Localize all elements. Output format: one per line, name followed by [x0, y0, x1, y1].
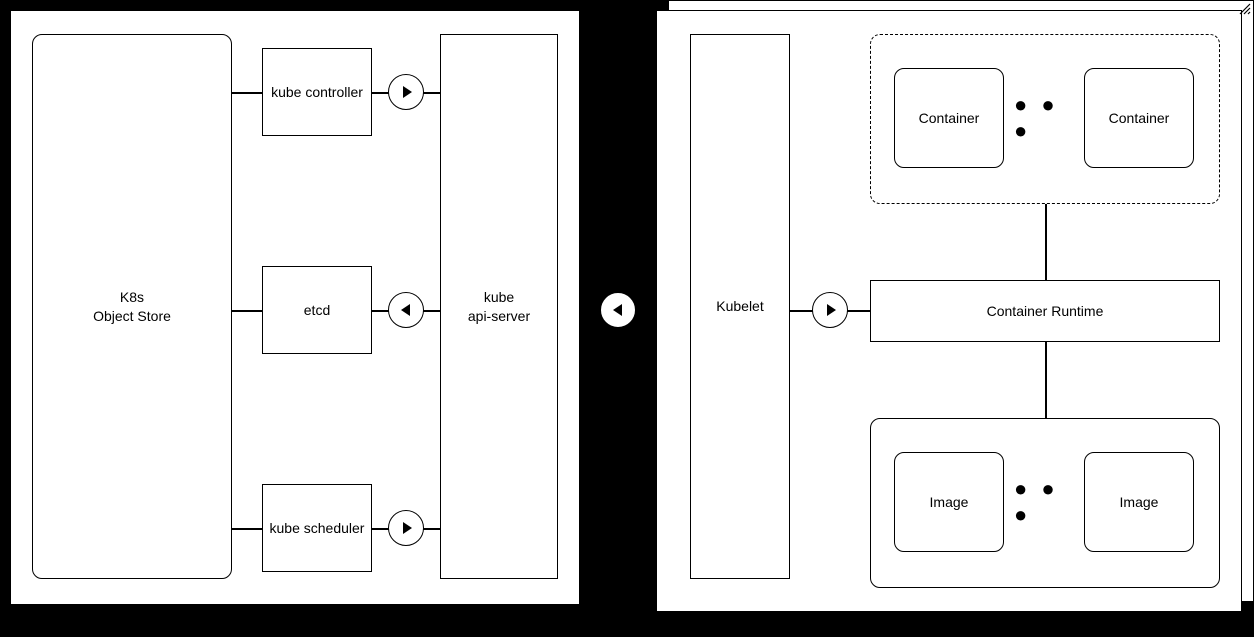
connector-line [1045, 204, 1047, 280]
kube-api-server-box: kube api-server [440, 34, 558, 579]
connector-line [1045, 342, 1047, 418]
connector-line [232, 92, 262, 94]
ellipsis-icon: ● ● ● [1014, 484, 1074, 520]
container-runtime-box: Container Runtime [870, 280, 1220, 342]
direction-icon [600, 292, 636, 328]
direction-icon [388, 292, 424, 328]
connector-line [232, 310, 262, 312]
container-box: Container [1084, 68, 1194, 168]
etcd-box: etcd [262, 266, 372, 354]
kube-controller-box: kube controller [262, 48, 372, 136]
kubelet-box: Kubelet [690, 34, 790, 579]
kube-scheduler-box: kube scheduler [262, 484, 372, 572]
direction-icon [812, 292, 848, 328]
ellipsis-icon: ● ● ● [1014, 100, 1074, 136]
direction-icon [388, 74, 424, 110]
connector-line [232, 528, 262, 530]
diagram-canvas: K8s Object Store kube controller etcd ku… [0, 0, 1254, 637]
k8s-object-store-box: K8s Object Store [32, 34, 232, 579]
image-box: Image [894, 452, 1004, 552]
image-box: Image [1084, 452, 1194, 552]
resize-handle-icon [1238, 2, 1252, 16]
direction-icon [388, 510, 424, 546]
container-box: Container [894, 68, 1004, 168]
